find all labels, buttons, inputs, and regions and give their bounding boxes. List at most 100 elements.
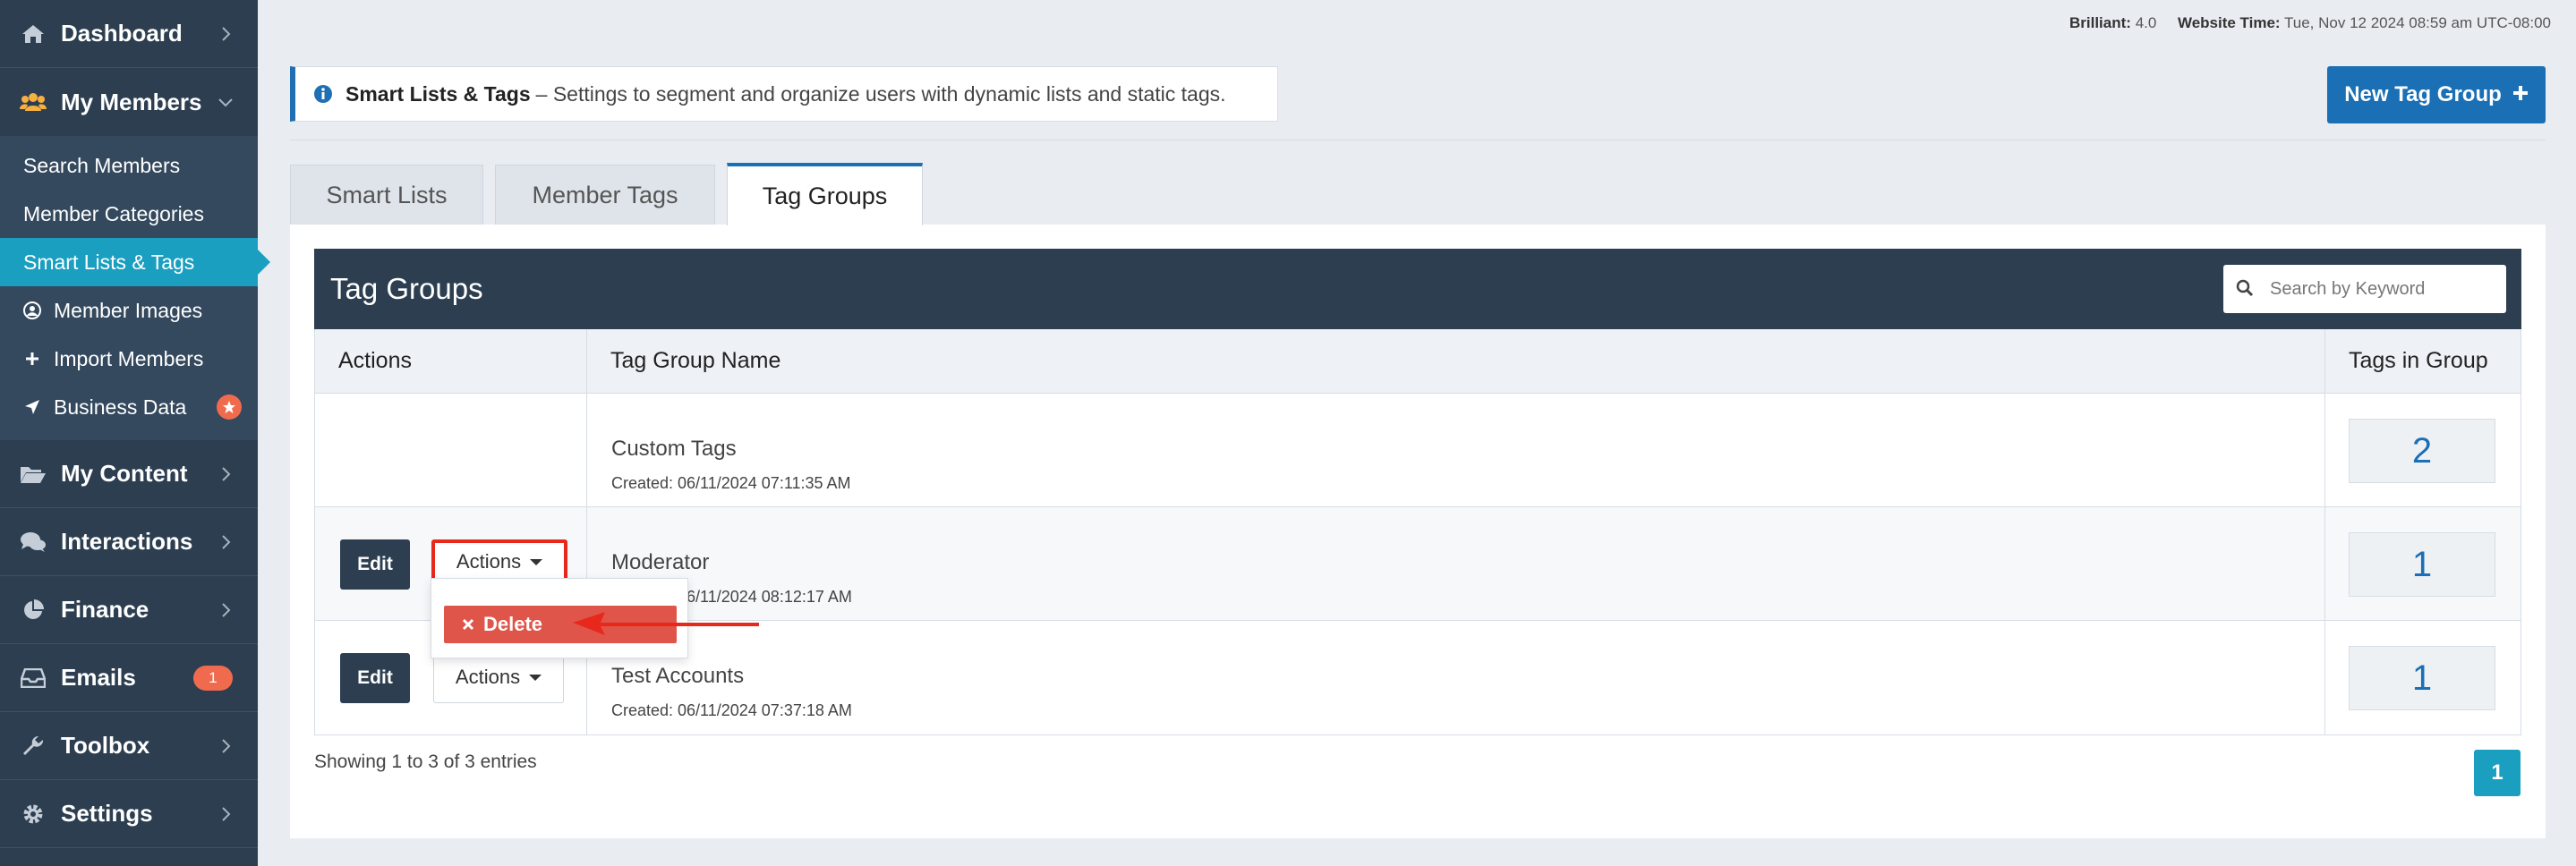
tab-label: Tag Groups xyxy=(762,182,888,209)
nav-emails-label: Emails xyxy=(61,664,136,691)
nav-interactions-label: Interactions xyxy=(61,528,193,555)
chevron-right-icon xyxy=(217,737,235,755)
row-name-cell: Moderator Created: 06/11/2024 08:12:17 A… xyxy=(587,507,2325,620)
actions-dropdown-button[interactable]: Actions xyxy=(433,651,564,703)
nav-dashboard[interactable]: Dashboard xyxy=(0,0,258,68)
nav-my-content[interactable]: My Content xyxy=(0,440,258,508)
nav-finance-label: Finance xyxy=(61,596,149,623)
sidebar-item-member-images[interactable]: Member Images xyxy=(0,286,258,335)
nav-toolbox[interactable]: Toolbox xyxy=(0,712,258,780)
tags-count[interactable]: 2 xyxy=(2349,419,2495,483)
search-placeholder: Search by Keyword xyxy=(2270,278,2426,299)
info-icon xyxy=(313,84,333,104)
page-title: Smart Lists & Tags xyxy=(345,81,531,106)
column-header-tags-count[interactable]: Tags in Group xyxy=(2325,329,2521,393)
actions-label: Actions xyxy=(456,550,522,573)
sidebar-item-import-members[interactable]: Import Members xyxy=(0,335,258,383)
chevron-down-icon xyxy=(217,93,235,111)
sidebar-item-label: Search Members xyxy=(23,153,181,177)
plus-icon xyxy=(2512,82,2529,107)
chevron-right-icon xyxy=(217,465,235,483)
chevron-right-icon xyxy=(217,25,235,43)
chevron-right-icon xyxy=(217,601,235,619)
sidebar-item-label: Import Members xyxy=(54,346,204,370)
users-icon xyxy=(20,89,47,115)
actions-label: Actions xyxy=(455,666,521,688)
annotation-arrow-icon xyxy=(573,612,759,635)
sidebar-item-search-members[interactable]: Search Members xyxy=(0,141,258,190)
new-tag-group-button[interactable]: New Tag Group xyxy=(2327,66,2546,123)
nav-finance[interactable]: Finance xyxy=(0,576,258,644)
row-count-cell: 1 xyxy=(2325,621,2521,734)
page-1-button[interactable]: 1 xyxy=(2474,750,2521,796)
edit-button[interactable]: Edit xyxy=(340,539,410,590)
plus-icon xyxy=(23,349,41,369)
tab-tag-groups[interactable]: Tag Groups xyxy=(727,163,923,225)
caret-down-icon xyxy=(529,674,542,681)
tag-group-created: Created: 06/11/2024 07:11:35 AM xyxy=(611,474,851,492)
tab-member-tags[interactable]: Member Tags xyxy=(495,165,715,225)
website-time-value: Tue, Nov 12 2024 08:59 am UTC-08:00 xyxy=(2284,14,2551,31)
nav-interactions[interactable]: Interactions xyxy=(0,508,258,576)
tab-label: Smart Lists xyxy=(326,182,448,208)
close-icon xyxy=(462,613,474,636)
row-name-cell: Custom Tags Created: 06/11/2024 07:11:35… xyxy=(587,394,2325,506)
search-icon xyxy=(2236,279,2256,299)
location-arrow-icon xyxy=(23,397,41,417)
star-icon xyxy=(217,395,242,420)
nav-my-members[interactable]: My Members xyxy=(0,68,258,136)
tab-smart-lists[interactable]: Smart Lists xyxy=(290,165,483,225)
nav-settings[interactable]: Settings xyxy=(0,780,258,848)
sidebar-item-label: Member Images xyxy=(54,298,203,322)
tag-group-name[interactable]: Moderator xyxy=(611,550,709,575)
sidebar-item-member-categories[interactable]: Member Categories xyxy=(0,190,258,238)
page-subtitle: – Settings to segment and organize users… xyxy=(535,81,1226,106)
table-header: Actions Tag Group Name Tags in Group xyxy=(315,329,2521,394)
tag-group-name[interactable]: Test Accounts xyxy=(611,664,744,689)
caret-down-icon xyxy=(530,558,543,565)
page-description: Smart Lists & Tags – Settings to segment… xyxy=(290,66,1278,122)
inbox-icon xyxy=(20,665,47,692)
nav-toolbox-label: Toolbox xyxy=(61,732,150,759)
sidebar-item-smart-lists-tags[interactable]: Smart Lists & Tags xyxy=(0,238,270,286)
brilliant-label: Brilliant: xyxy=(2069,14,2131,31)
tags-count[interactable]: 1 xyxy=(2349,532,2495,597)
sidebar: Dashboard My Members Search Members Memb… xyxy=(0,0,270,866)
nav-emails[interactable]: Emails 1 xyxy=(0,644,258,712)
brilliant-version: 4.0 xyxy=(2135,14,2157,31)
row-count-cell: 2 xyxy=(2325,394,2521,506)
chevron-right-icon xyxy=(217,805,235,823)
tag-groups-table: Actions Tag Group Name Tags in Group Cus… xyxy=(314,329,2521,735)
nav-my-content-label: My Content xyxy=(61,460,188,487)
folder-open-icon xyxy=(20,461,47,488)
sidebar-item-label: Business Data xyxy=(54,395,187,419)
search-input[interactable]: Search by Keyword xyxy=(2223,265,2506,313)
sidebar-item-label: Smart Lists & Tags xyxy=(23,250,195,274)
delete-label: Delete xyxy=(483,613,543,635)
tags-count[interactable]: 1 xyxy=(2349,646,2495,710)
table-row: Custom Tags Created: 06/11/2024 07:11:35… xyxy=(315,394,2521,507)
new-tag-group-label: New Tag Group xyxy=(2344,82,2502,106)
nav-settings-label: Settings xyxy=(61,800,153,827)
row-actions-cell xyxy=(315,394,587,506)
home-icon xyxy=(20,21,47,47)
comments-icon xyxy=(20,529,47,556)
entries-info: Showing 1 to 3 of 3 entries xyxy=(314,751,537,772)
column-header-actions[interactable]: Actions xyxy=(315,329,587,393)
tab-label: Member Tags xyxy=(532,182,678,208)
sidebar-item-business-data[interactable]: Business Data xyxy=(0,383,258,431)
row-name-cell: Test Accounts Created: 06/11/2024 07:37:… xyxy=(587,621,2325,734)
row-count-cell: 1 xyxy=(2325,507,2521,620)
emails-count-badge: 1 xyxy=(193,665,233,691)
gear-icon xyxy=(20,801,47,828)
site-info: Brilliant: 4.0 Website Time: Tue, Nov 12… xyxy=(2069,14,2551,32)
card-title: Tag Groups xyxy=(330,272,483,305)
column-header-name[interactable]: Tag Group Name xyxy=(587,329,2325,393)
website-time-label: Website Time: xyxy=(2177,14,2281,31)
edit-button[interactable]: Edit xyxy=(340,653,410,703)
pie-chart-icon xyxy=(20,597,47,624)
tag-group-created: Created: 06/11/2024 07:37:18 AM xyxy=(611,701,852,719)
members-submenu: Search Members Member Categories Smart L… xyxy=(0,136,270,440)
tag-group-name[interactable]: Custom Tags xyxy=(611,437,737,462)
sidebar-item-label: Member Categories xyxy=(23,201,204,225)
